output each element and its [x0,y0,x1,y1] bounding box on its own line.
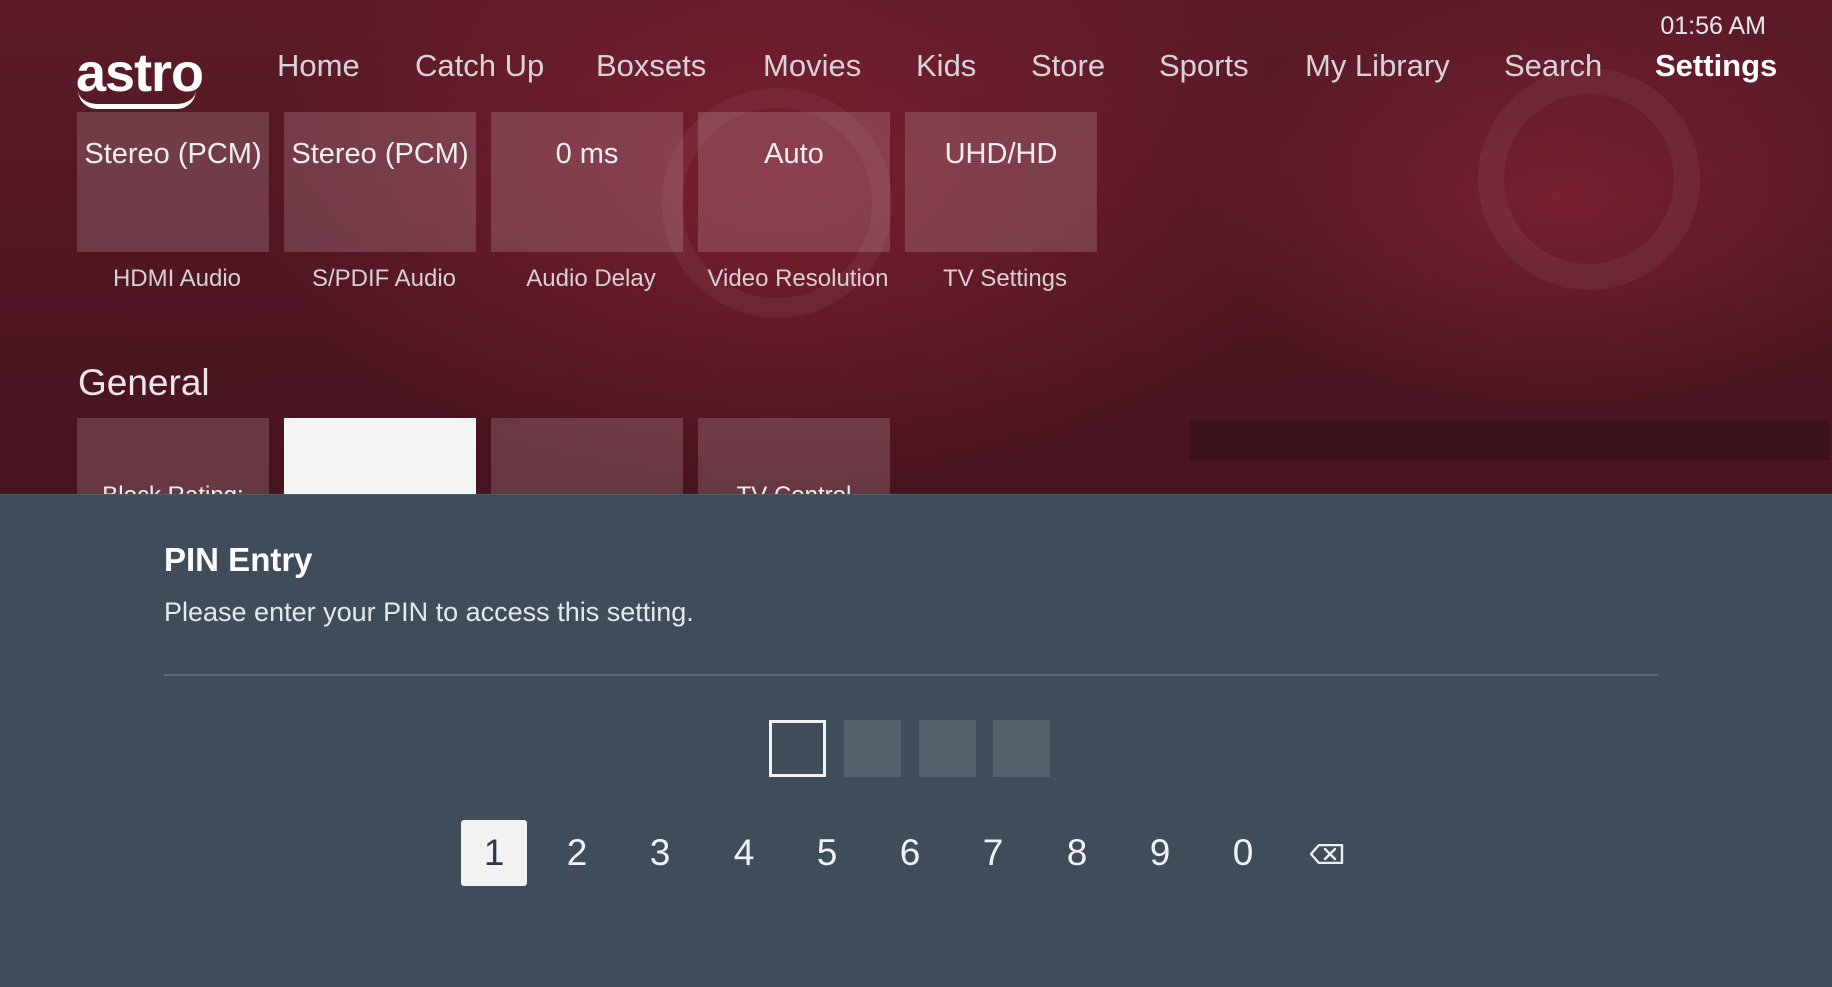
section-title-general: General [78,362,210,403]
dialog-title: PIN Entry [164,541,313,578]
keypad-backspace-button[interactable] [1294,820,1360,886]
background-artwork [1190,420,1830,460]
top-navigation: Home Catch Up Boxsets Movies Kids Store … [0,48,1832,92]
nav-catch-up[interactable]: Catch Up [415,48,544,84]
nav-search[interactable]: Search [1504,48,1602,84]
nav-kids[interactable]: Kids [916,48,976,84]
nav-movies[interactable]: Movies [763,48,861,84]
pin-digit-box [844,720,901,777]
pin-digit-box [919,720,976,777]
block-rating-tile[interactable]: Block Rating: [77,418,269,498]
dialog-message: Please enter your PIN to access this set… [164,597,694,627]
nav-home[interactable]: Home [277,48,360,84]
clock: 01:56 AM [1660,12,1766,40]
keypad-key-0[interactable]: 0 [1210,820,1276,886]
hdmi-audio-tile[interactable]: Stereo (PCM) [77,112,269,252]
tv-control-tile[interactable]: TV Control [698,418,890,498]
logo-swoosh [78,90,196,109]
pin-digit-box [993,720,1050,777]
keypad-key-8[interactable]: 8 [1044,820,1110,886]
audio-delay-tile[interactable]: 0 ms [491,112,683,252]
keypad-key-6[interactable]: 6 [877,820,943,886]
keypad-key-1[interactable]: 1 [461,820,527,886]
nav-settings[interactable]: Settings [1655,48,1777,84]
background-artwork [1478,68,1700,290]
keypad-key-3[interactable]: 3 [627,820,693,886]
pin-entry-dialog: PIN Entry Please enter your PIN to acces… [0,494,1832,987]
tv-settings-label: TV Settings [942,265,1068,292]
keypad-key-5[interactable]: 5 [794,820,860,886]
settings-screen: 01:56 AM astro Home Catch Up Boxsets Mov… [0,0,1832,987]
keypad-key-9[interactable]: 9 [1127,820,1193,886]
general-tile[interactable] [491,418,683,498]
nav-my-library[interactable]: My Library [1305,48,1450,84]
keypad-key-4[interactable]: 4 [711,820,777,886]
pin-digit-box [769,720,826,777]
hdmi-audio-label: HDMI Audio [112,265,242,292]
nav-sports[interactable]: Sports [1159,48,1249,84]
video-resolution-tile[interactable]: Auto [698,112,890,252]
keypad-key-7[interactable]: 7 [960,820,1026,886]
tv-settings-tile[interactable]: UHD/HD [905,112,1097,252]
general-tile-focused[interactable] [284,418,476,498]
video-resolution-label: Video Resolution [707,265,889,292]
dialog-divider [164,674,1658,676]
spdif-audio-tile[interactable]: Stereo (PCM) [284,112,476,252]
audio-delay-label: Audio Delay [526,265,656,292]
spdif-audio-label: S/PDIF Audio [311,265,457,292]
nav-boxsets[interactable]: Boxsets [596,48,706,84]
backspace-icon [1310,844,1344,864]
keypad-key-2[interactable]: 2 [544,820,610,886]
nav-store[interactable]: Store [1031,48,1105,84]
